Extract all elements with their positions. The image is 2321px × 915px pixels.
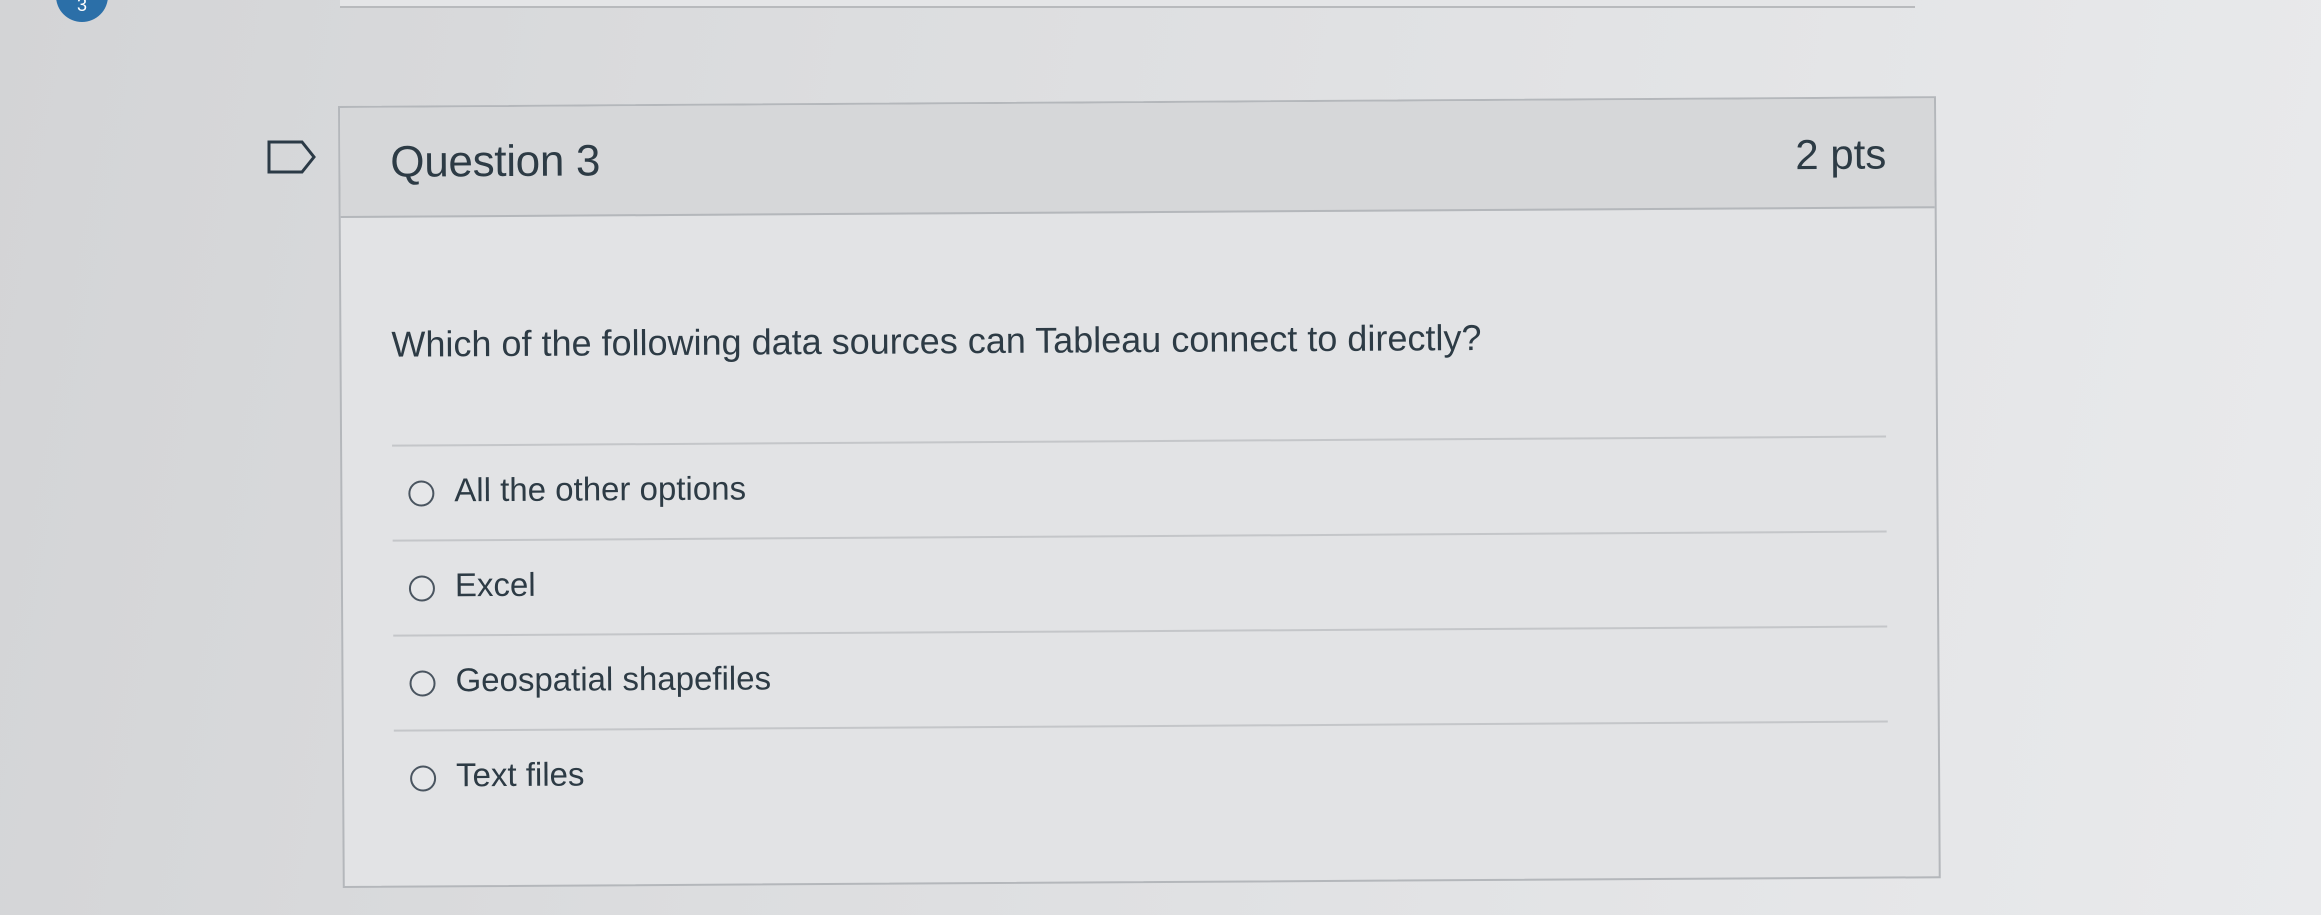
answer-option[interactable]: Geospatial shapefiles	[393, 625, 1888, 730]
answer-label[interactable]: All the other options	[454, 470, 746, 510]
answer-label[interactable]: Excel	[455, 566, 536, 604]
answer-label[interactable]: Text files	[456, 756, 585, 795]
radio-button[interactable]	[410, 765, 437, 792]
answer-option[interactable]: All the other options	[392, 435, 1887, 540]
question-card: Question 3 2 pts Which of the following …	[338, 96, 1941, 888]
radio-button[interactable]	[408, 480, 435, 507]
question-points: 2 pts	[1795, 130, 1887, 179]
question-number-badge: 3	[56, 0, 108, 22]
radio-button[interactable]	[408, 575, 436, 602]
question-text: Which of the following data sources can …	[391, 317, 1482, 365]
flag-question-icon[interactable]	[266, 138, 318, 176]
answer-list: All the other options Excel Geospatial s…	[392, 435, 1889, 825]
radio-button[interactable]	[409, 670, 436, 697]
question-header: Question 3 2 pts	[340, 98, 1935, 218]
answer-label[interactable]: Geospatial shapefiles	[455, 659, 771, 699]
answer-option[interactable]: Text files	[393, 720, 1889, 825]
question-title: Question 3	[390, 136, 601, 187]
previous-question-edge	[340, 0, 1915, 8]
answer-option[interactable]: Excel	[392, 530, 1888, 635]
badge-number: 3	[76, 0, 87, 15]
